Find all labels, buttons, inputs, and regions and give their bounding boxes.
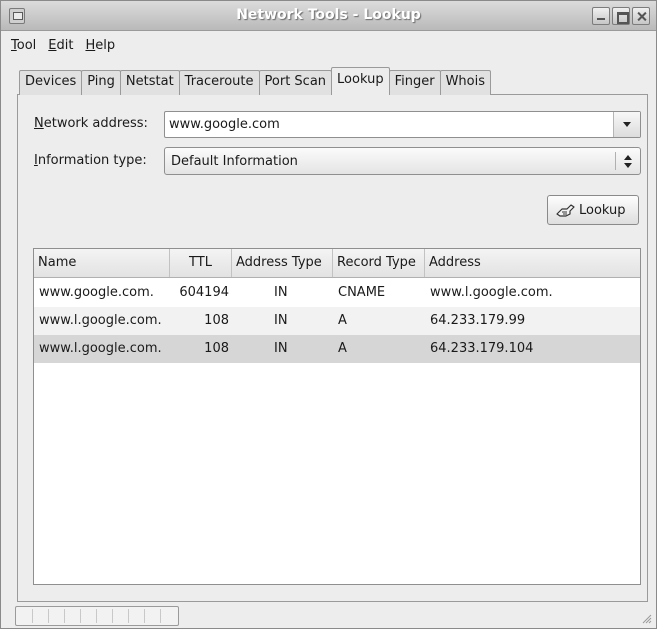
table-row-selected[interactable]: www.l.google.com. 108 IN A 64.233.179.10…: [34, 335, 640, 363]
window-title: Network Tools - Lookup: [236, 7, 421, 23]
tab-ping[interactable]: Ping: [81, 70, 121, 95]
table-row[interactable]: www.google.com. 604194 IN CNAME www.l.go…: [34, 279, 640, 307]
cell-name: www.l.google.com.: [39, 341, 162, 356]
cell-address-type: IN: [274, 313, 288, 328]
network-address-combo: www.google.com: [164, 111, 641, 138]
cell-address: www.l.google.com.: [430, 285, 553, 300]
table-header: Name TTL Address Type Record Type Addres…: [34, 249, 640, 278]
cell-name: www.l.google.com.: [39, 313, 162, 328]
window: Network Tools - Lookup Tool Edit Help De…: [0, 0, 657, 629]
tab-port-scan[interactable]: Port Scan: [258, 70, 333, 95]
tab-lookup[interactable]: Lookup: [331, 67, 390, 95]
information-type-label: Information type:: [34, 153, 147, 168]
cell-ttl: 108: [204, 341, 229, 356]
window-controls: [592, 7, 650, 25]
up-down-arrows-icon: [624, 155, 632, 168]
lookup-hand-icon: [556, 202, 576, 218]
column-header-record-type[interactable]: Record Type: [333, 249, 425, 277]
table-row[interactable]: www.l.google.com. 108 IN A 64.233.179.99: [34, 307, 640, 335]
network-address-label-accel: N: [34, 116, 44, 131]
title-bar[interactable]: Network Tools - Lookup: [1, 1, 656, 31]
menu-tool-label: ool: [16, 37, 37, 53]
information-type-select[interactable]: Default Information: [164, 147, 641, 175]
menu-help-label: elp: [95, 37, 116, 53]
cell-name: www.google.com.: [39, 285, 154, 300]
cell-ttl: 108: [204, 313, 229, 328]
results-table: Name TTL Address Type Record Type Addres…: [33, 248, 641, 585]
tab-finger[interactable]: Finger: [388, 70, 441, 95]
lookup-button[interactable]: Lookup: [547, 195, 639, 225]
tab-bar: Devices Ping Netstat Traceroute Port Sca…: [19, 67, 491, 95]
cell-address-type: IN: [274, 285, 288, 300]
cell-record-type: CNAME: [338, 285, 386, 300]
menu-edit-label: dit: [56, 37, 74, 53]
cell-address: 64.233.179.104: [430, 341, 534, 356]
tab-devices[interactable]: Devices: [19, 70, 83, 95]
menu-help[interactable]: Help: [79, 34, 121, 57]
column-header-address[interactable]: Address: [425, 249, 640, 277]
status-progress-bar: [15, 606, 179, 626]
information-type-label-text: nformation type:: [37, 153, 147, 168]
network-address-dropdown-button[interactable]: [613, 112, 640, 137]
column-header-address-type[interactable]: Address Type: [232, 249, 333, 277]
maximize-button[interactable]: [612, 7, 630, 25]
cell-ttl: 604194: [179, 285, 229, 300]
cell-address-type: IN: [274, 341, 288, 356]
select-separator: [615, 152, 616, 170]
menu-tool[interactable]: Tool: [5, 34, 42, 57]
tab-netstat[interactable]: Netstat: [119, 70, 180, 95]
chevron-down-icon: [623, 122, 631, 127]
close-button[interactable]: [632, 7, 650, 25]
network-address-label: Network address:: [34, 116, 148, 131]
menu-edit[interactable]: Edit: [42, 34, 79, 57]
tab-traceroute[interactable]: Traceroute: [178, 70, 260, 95]
minimize-button[interactable]: [592, 7, 610, 25]
lookup-button-label: Lookup: [579, 202, 626, 218]
cell-address: 64.233.179.99: [430, 313, 526, 328]
network-address-input[interactable]: www.google.com: [169, 117, 280, 132]
menu-help-accel: H: [85, 37, 96, 53]
information-type-value: Default Information: [171, 154, 298, 169]
column-header-ttl[interactable]: TTL: [170, 249, 232, 277]
tab-whois[interactable]: Whois: [439, 70, 491, 95]
network-address-label-text: etwork address:: [43, 116, 148, 131]
cell-record-type: A: [338, 313, 347, 328]
cell-record-type: A: [338, 341, 347, 356]
column-header-name[interactable]: Name: [34, 249, 170, 277]
menu-bar: Tool Edit Help: [1, 32, 656, 58]
resize-grip-icon[interactable]: [640, 612, 652, 624]
